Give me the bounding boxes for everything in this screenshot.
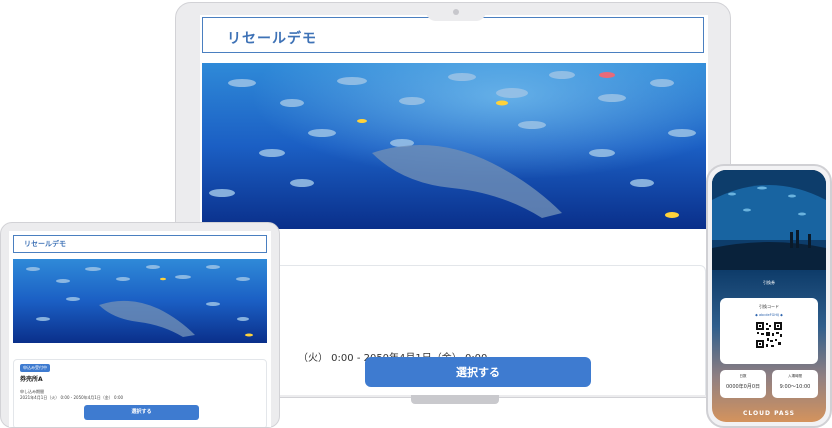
entry-time-value: 9:00〜10:00 [779, 384, 811, 390]
ticket-name: 券売所A [20, 376, 43, 383]
laptop-camera-notch [426, 3, 486, 21]
tablet-screen: リセールデモ 申込み受付中 券売所A 申し込み期間 2021年4月1日（火） 0… [9, 231, 271, 427]
camera-icon [453, 9, 459, 15]
date-box: 日数 0000年0月0日 [720, 370, 766, 398]
code-label: 引換コード [759, 304, 779, 309]
qr-code-icon [756, 322, 782, 348]
aquarium-photo-icon [202, 63, 706, 229]
phone-screen: 引換券 引換コード ◆ abcdeFGHIJ ◆ 日数 0000年0月0日 入場… [712, 170, 826, 422]
status-badge: 申込み受付中 [20, 364, 50, 372]
site-title[interactable]: リセールデモ [24, 239, 66, 249]
aquarium-photo-icon [13, 259, 267, 343]
phone-mockup: 引換券 引換コード ◆ abcdeFGHIJ ◆ 日数 0000年0月0日 入場… [706, 164, 832, 428]
code-value: ◆ abcdeFGHIJ ◆ [755, 313, 783, 317]
brand-logo: CLOUD PASS [743, 410, 795, 417]
select-button[interactable]: 選択する [365, 357, 591, 387]
date-value: 0000年0月0日 [725, 384, 761, 390]
entry-time-box: 入場時間 9:00〜10:00 [772, 370, 818, 398]
date-label: 日数 [739, 374, 747, 378]
site-title[interactable]: リセールデモ [227, 28, 317, 48]
tablet-mockup: リセールデモ 申込み受付中 券売所A 申し込み期間 2021年4月1日（火） 0… [0, 222, 280, 428]
application-period: 2021年4月1日（火） 0:00 - 2050年4月1日（金） 0:00 [20, 395, 124, 400]
laptop-base [411, 395, 499, 404]
ticket-card: 申込み受付中 券売所A 申し込み期間 2021年4月1日（火） 0:00 - 2… [13, 359, 267, 427]
aquarium-photo-icon [712, 170, 826, 270]
aquarium-hero-image [202, 63, 706, 229]
exchange-ticket-tab[interactable]: 引換券 [712, 280, 826, 286]
entry-time-label: 入場時間 [788, 374, 802, 378]
site-header: リセールデモ [202, 17, 704, 53]
select-button[interactable]: 選択する [84, 405, 199, 420]
aquarium-hero-image [13, 259, 267, 343]
site-header: リセールデモ [13, 235, 267, 253]
qr-ticket-card: 引換コード ◆ abcdeFGHIJ ◆ [720, 298, 818, 364]
